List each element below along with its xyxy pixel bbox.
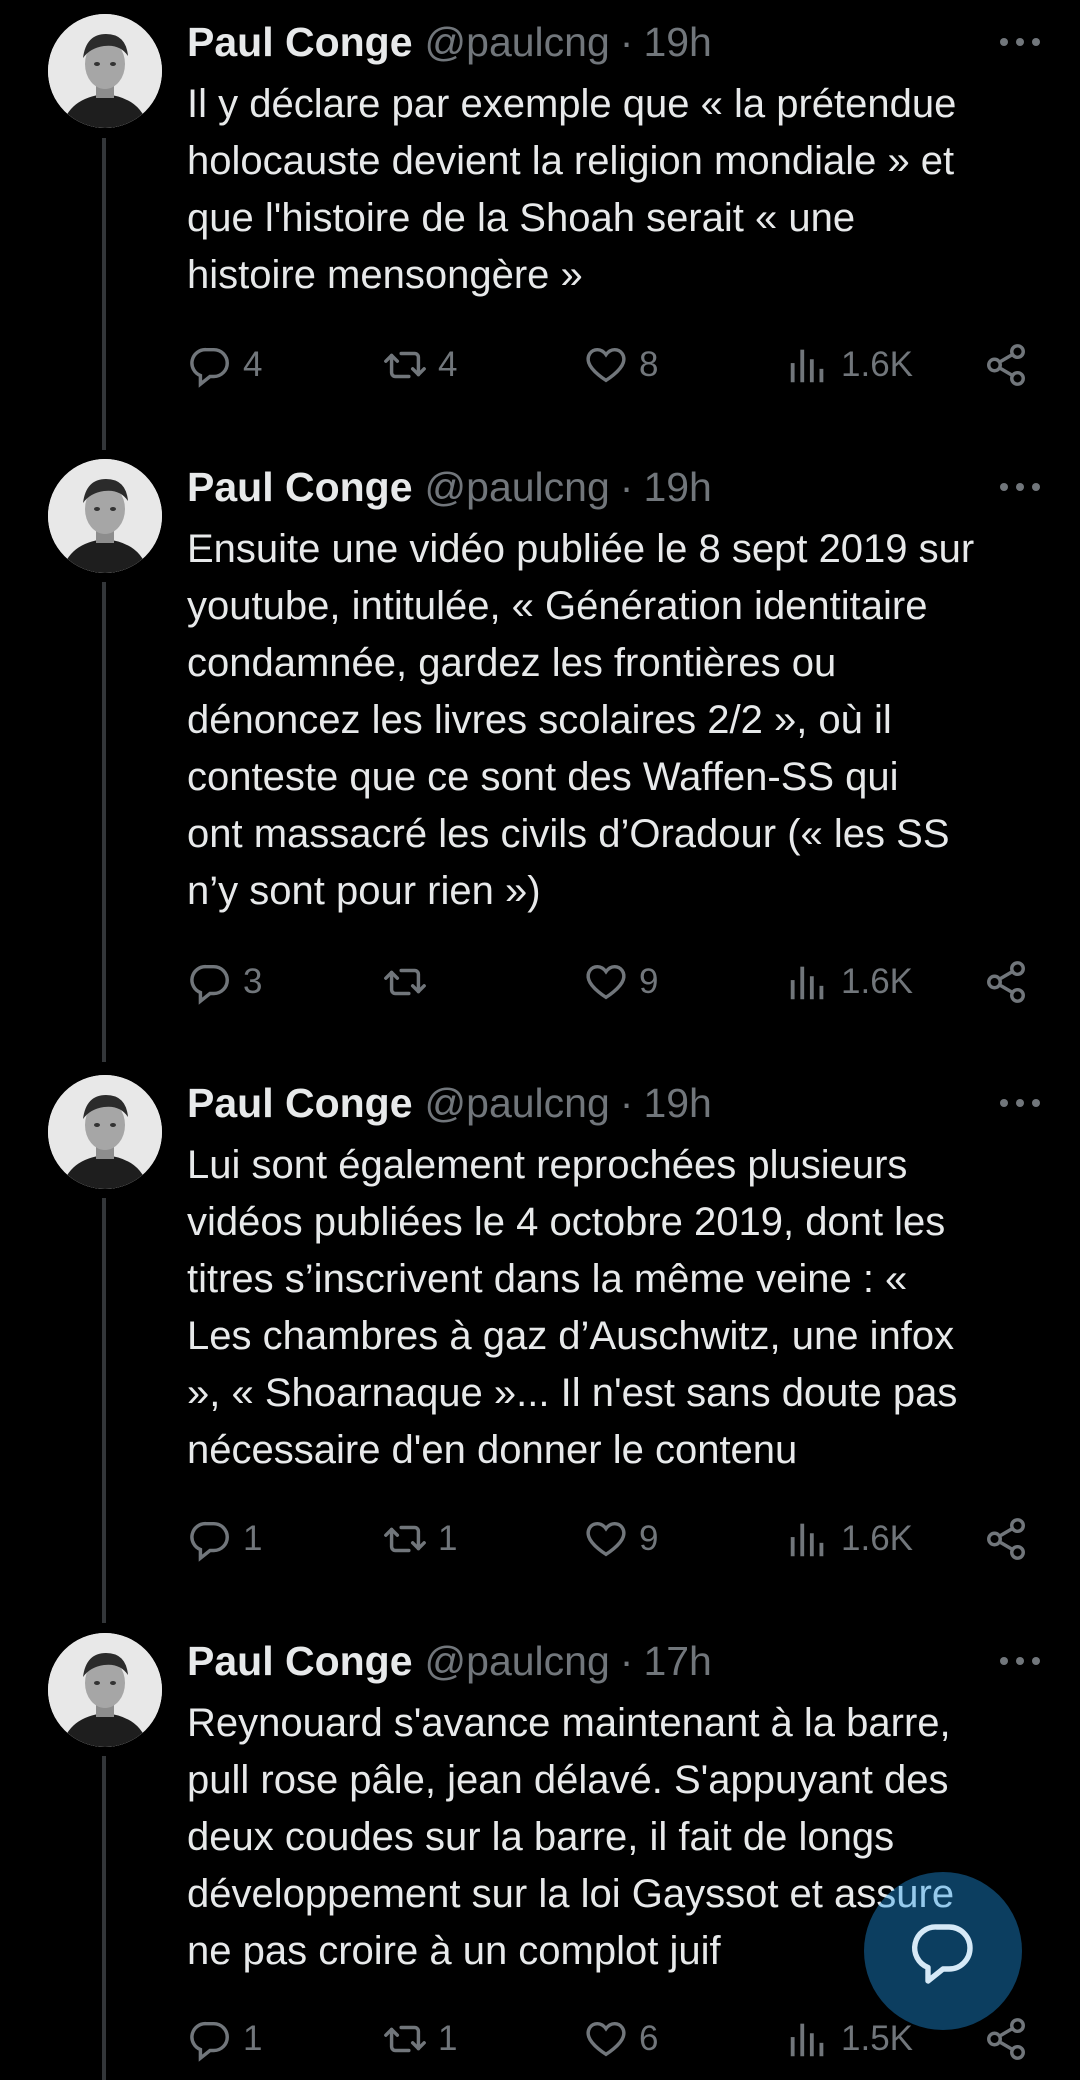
like-button[interactable]: 6 (583, 2009, 658, 2069)
separator-dot: · (619, 1637, 634, 1684)
thread: Paul Conge @paulcng · 19h Il y déclare p… (0, 0, 1080, 2080)
author-handle[interactable]: @paulcng (425, 464, 610, 511)
retweet-icon (384, 1525, 426, 1553)
author-name[interactable]: Paul Conge (187, 1080, 413, 1127)
views-icon (790, 966, 824, 1000)
heart-icon (586, 2021, 626, 2057)
retweet-count: 1 (438, 2019, 458, 2058)
timestamp[interactable]: 19h (643, 1080, 711, 1127)
tweet-header: Paul Conge @paulcng · 19h (187, 14, 1050, 70)
share-icon (987, 2018, 1025, 2060)
share-icon (987, 961, 1025, 1003)
separator-dot: · (619, 463, 634, 510)
avatar[interactable] (48, 14, 162, 128)
reply-icon (190, 347, 229, 388)
author-name[interactable]: Paul Conge (187, 464, 413, 511)
timestamp[interactable]: 17h (643, 1638, 711, 1685)
heart-icon (586, 964, 626, 1000)
tweet-text: Lui sont également reprochées plusieurs … (187, 1143, 958, 1472)
retweet-button[interactable]: 1 (382, 1509, 457, 1569)
retweet-count: 1 (438, 1519, 458, 1558)
views-icon (790, 349, 824, 383)
avatar[interactable] (48, 1633, 162, 1747)
like-count: 6 (639, 2019, 659, 2058)
views-button[interactable]: 1.6K (785, 952, 913, 1012)
retweet-button[interactable]: 1 (382, 2009, 457, 2069)
views-button[interactable]: 1.6K (785, 1509, 913, 1569)
retweet-icon (384, 351, 426, 379)
views-count: 1.6K (841, 1519, 913, 1558)
reply-icon (190, 2021, 229, 2062)
share-button[interactable] (983, 952, 1039, 1012)
share-button[interactable] (983, 335, 1039, 395)
author-name[interactable]: Paul Conge (187, 1638, 413, 1685)
compose-reply-button[interactable] (864, 1872, 1022, 2030)
tweet-text: Ensuite une vidéo publiée le 8 sept 2019… (187, 527, 975, 913)
thread-connector (102, 1198, 106, 1623)
views-count: 1.5K (841, 2019, 913, 2058)
reply-count: 1 (243, 1519, 263, 1558)
more-icon[interactable] (990, 1075, 1050, 1131)
author-handle[interactable]: @paulcng (425, 1080, 610, 1127)
views-button[interactable]: 1.6K (785, 335, 913, 395)
avatar[interactable] (48, 1075, 162, 1189)
tweet-header: Paul Conge @paulcng · 19h (187, 459, 1050, 515)
heart-icon (586, 347, 626, 383)
views-icon (790, 2023, 824, 2057)
like-button[interactable]: 9 (583, 952, 658, 1012)
share-icon (987, 344, 1025, 386)
share-button[interactable] (983, 1509, 1039, 1569)
reply-button[interactable]: 3 (187, 952, 262, 1012)
thread-connector (102, 138, 106, 450)
reply-count: 4 (243, 345, 263, 384)
tweet-actions: 3 9 1.6K (187, 952, 1037, 1012)
thread-connector (102, 1756, 106, 2080)
tweet-actions: 1 1 9 1.6K (187, 1509, 1037, 1569)
views-count: 1.6K (841, 345, 913, 384)
like-count: 9 (639, 962, 659, 1001)
reply-button[interactable]: 4 (187, 335, 262, 395)
retweet-button[interactable] (382, 952, 438, 1012)
author-handle[interactable]: @paulcng (425, 19, 610, 66)
reply-count: 1 (243, 2019, 263, 2058)
timestamp[interactable]: 19h (643, 19, 711, 66)
compose-reply-icon (912, 1924, 973, 1984)
reply-count: 3 (243, 962, 263, 1001)
views-button[interactable]: 1.5K (785, 2009, 913, 2069)
reply-button[interactable]: 1 (187, 2009, 262, 2069)
retweet-count: 4 (438, 345, 458, 384)
share-icon (987, 1518, 1025, 1560)
reply-icon (190, 1521, 229, 1562)
thread-connector (102, 582, 106, 1062)
retweet-button[interactable]: 4 (382, 335, 457, 395)
like-button[interactable]: 9 (583, 1509, 658, 1569)
heart-icon (586, 1521, 626, 1557)
author-name[interactable]: Paul Conge (187, 19, 413, 66)
tweet-header: Paul Conge @paulcng · 19h (187, 1075, 1050, 1131)
reply-icon (190, 964, 229, 1005)
views-icon (790, 1523, 824, 1557)
like-count: 8 (639, 345, 659, 384)
separator-dot: · (619, 18, 634, 65)
share-button[interactable] (983, 2009, 1039, 2069)
more-icon[interactable] (990, 1633, 1050, 1689)
retweet-icon (384, 2025, 426, 2053)
like-button[interactable]: 8 (583, 335, 658, 395)
avatar[interactable] (48, 459, 162, 573)
more-icon[interactable] (990, 14, 1050, 70)
views-count: 1.6K (841, 962, 913, 1001)
author-handle[interactable]: @paulcng (425, 1638, 610, 1685)
reply-button[interactable]: 1 (187, 1509, 262, 1569)
tweet-header: Paul Conge @paulcng · 17h (187, 1633, 1050, 1689)
like-count: 9 (639, 1519, 659, 1558)
tweet-text: Il y déclare par exemple que « la préten… (187, 82, 957, 297)
more-icon[interactable] (990, 459, 1050, 515)
timestamp[interactable]: 19h (643, 464, 711, 511)
tweet-actions: 4 4 8 1.6K (187, 335, 1037, 395)
separator-dot: · (619, 1079, 634, 1126)
retweet-icon (384, 968, 426, 996)
